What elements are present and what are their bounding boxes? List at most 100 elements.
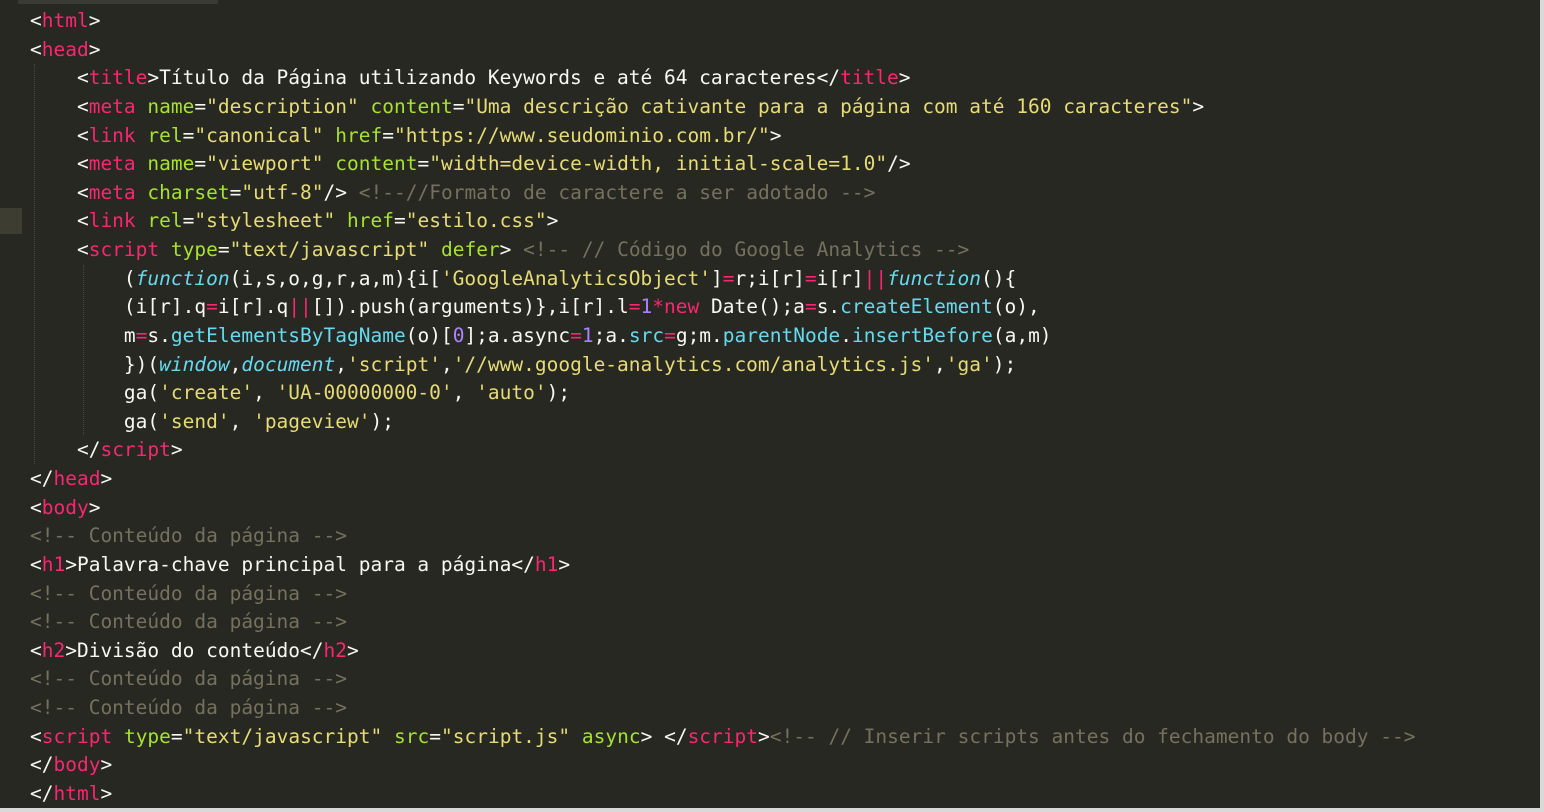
code-line[interactable]: <!-- Conteúdo da página --> xyxy=(30,522,1415,551)
code-token: ); xyxy=(370,409,394,433)
code-token: * xyxy=(652,295,665,319)
code-token: , xyxy=(253,381,277,405)
code-token: ); xyxy=(992,352,1017,376)
code-token: <!-- Conteúdo da página --> xyxy=(30,610,347,634)
code-line[interactable]: <!-- Conteúdo da página --> xyxy=(30,694,1415,723)
code-line[interactable]: </body> xyxy=(30,751,1415,780)
code-token: </ xyxy=(30,753,54,777)
code-token: = xyxy=(570,323,582,347)
code-token: 'script' xyxy=(347,352,441,376)
code-token: < xyxy=(30,9,42,32)
code-line[interactable]: <!-- Conteúdo da página --> xyxy=(30,608,1415,637)
code-token: 'pageview' xyxy=(253,409,371,433)
code-token: > xyxy=(170,438,183,462)
code-line[interactable]: <!-- Conteúdo da página --> xyxy=(30,665,1415,694)
code-line[interactable]: </script> xyxy=(30,436,1415,465)
code-line[interactable]: ga('create', 'UA-00000000-0', 'auto'); xyxy=(30,379,1415,408)
code-token: < xyxy=(30,123,89,147)
code-area[interactable]: <html> <head> <title>Título da Página uti… xyxy=(30,7,1415,808)
code-token: > xyxy=(499,238,524,261)
code-token: > xyxy=(758,724,770,748)
code-line[interactable]: <h1>Palavra-chave principal para a págin… xyxy=(30,551,1415,580)
code-token: script xyxy=(100,438,171,462)
code-line[interactable]: <h2>Divisão do conteúdo</h2> xyxy=(30,637,1415,666)
code-token: "canonical" xyxy=(194,123,324,147)
code-token: "text/javascript" xyxy=(182,724,383,748)
code-token: 'auto' xyxy=(476,381,547,405)
code-token: > xyxy=(898,66,911,90)
code-line[interactable]: <!-- Conteúdo da página --> xyxy=(30,580,1415,609)
code-token: name xyxy=(147,152,195,176)
code-token: > xyxy=(1192,94,1205,118)
code-token: < xyxy=(30,180,89,204)
code-token: || xyxy=(288,295,312,319)
code-line[interactable]: <link rel="canonical" href="https://www.… xyxy=(30,122,1415,151)
code-line[interactable]: <head> xyxy=(30,36,1415,65)
code-line[interactable]: <script type="text/javascript" defer> <!… xyxy=(30,236,1415,265)
code-line[interactable]: ga('send', 'pageview'); xyxy=(30,408,1415,437)
code-token: (o), xyxy=(992,295,1040,319)
code-token: < xyxy=(30,209,89,233)
code-token: , xyxy=(440,352,453,376)
code-token: < xyxy=(30,495,42,519)
code-editor[interactable]: <html> <head> <title>Título da Página uti… xyxy=(0,0,1544,812)
code-token: = xyxy=(429,724,441,748)
code-line[interactable]: })(window,document,'script','//www.googl… xyxy=(30,351,1415,380)
code-line[interactable]: (i[r].q=i[r].q||[]).push(arguments)},i[r… xyxy=(30,293,1415,322)
code-token: type xyxy=(123,724,171,748)
code-token: <!-- Conteúdo da página --> xyxy=(30,667,347,691)
code-token: href xyxy=(347,209,395,233)
code-token: src xyxy=(394,724,430,748)
code-token: parentNode xyxy=(722,323,841,347)
code-token: || xyxy=(863,266,888,290)
code-token: link xyxy=(88,209,136,233)
code-token: = xyxy=(182,209,195,233)
code-token: . xyxy=(840,323,852,347)
code-line[interactable]: <html> xyxy=(30,7,1415,36)
code-token: ;a. xyxy=(593,323,629,347)
code-token: 'ga' xyxy=(945,352,993,376)
code-token: ga( xyxy=(30,409,160,433)
code-line[interactable]: </html> xyxy=(30,780,1415,808)
code-token: <!-- // Inserir scripts antes do fechame… xyxy=(769,724,1416,748)
code-token: link xyxy=(88,123,136,147)
code-token: ];a.async xyxy=(464,323,571,347)
code-line[interactable]: <link rel="stylesheet" href="estilo.css"… xyxy=(30,207,1415,236)
code-token: s. xyxy=(147,323,171,347)
code-line[interactable]: <title>Título da Página utilizando Keywo… xyxy=(30,64,1415,93)
code-token: function xyxy=(135,266,230,290)
code-line[interactable]: (function(i,s,o,g,r,a,m){i['GoogleAnalyt… xyxy=(30,265,1415,294)
code-token: body xyxy=(53,753,101,777)
code-token: < xyxy=(30,724,42,748)
code-line[interactable]: </head> xyxy=(30,465,1415,494)
code-token: > xyxy=(100,467,113,490)
code-token: function xyxy=(887,266,982,290)
code-line[interactable]: <meta charset="utf-8"/> <!--//Formato de… xyxy=(30,179,1415,208)
code-token: script xyxy=(687,724,759,748)
code-token: ); xyxy=(546,381,571,405)
code-token: (i[r].q xyxy=(30,295,207,319)
code-line[interactable]: <meta name="viewport" content="width=dev… xyxy=(30,150,1415,179)
code-line[interactable]: <meta name="description" content="Uma de… xyxy=(30,93,1415,122)
code-token: = xyxy=(206,295,218,319)
code-token: = xyxy=(417,152,430,176)
code-token: "Uma descrição cativante para a página c… xyxy=(464,94,1193,118)
code-token: defer xyxy=(440,238,500,261)
code-line[interactable]: <body> xyxy=(30,494,1415,523)
code-line[interactable]: <script type="text/javascript" src="scri… xyxy=(30,723,1415,752)
code-token: i[r] xyxy=(816,266,864,290)
code-token: body xyxy=(41,495,89,519)
code-line[interactable]: m=s.getElementsByTagName(o)[0];a.async=1… xyxy=(30,322,1415,351)
code-token: </ xyxy=(30,781,54,805)
code-token: /> xyxy=(887,152,911,176)
code-token: </ xyxy=(30,438,101,462)
code-token: = xyxy=(182,123,195,147)
